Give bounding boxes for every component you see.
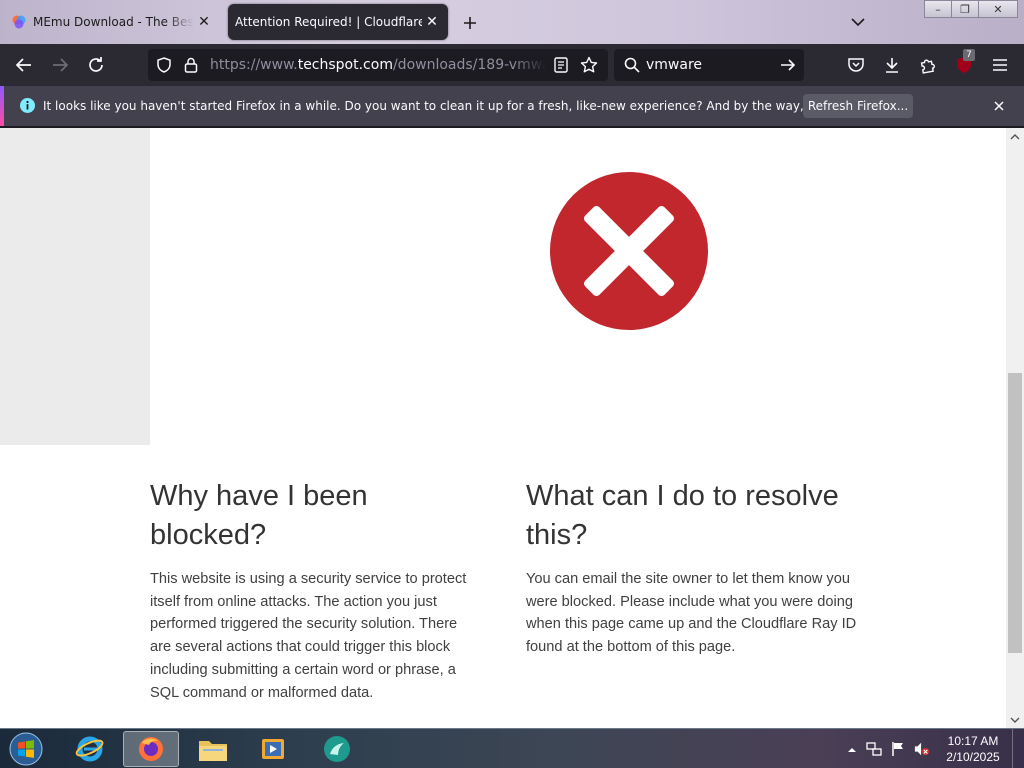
internet-explorer-icon bbox=[75, 736, 104, 762]
tray-volume-muted[interactable] bbox=[914, 741, 930, 757]
scroll-up-button[interactable] bbox=[1006, 128, 1024, 144]
minimize-icon: – bbox=[935, 2, 941, 16]
windows-start-orb-icon bbox=[9, 732, 43, 766]
memu-favicon-icon bbox=[12, 15, 26, 29]
url-scheme: https://www. bbox=[210, 57, 298, 73]
firefox-icon bbox=[139, 737, 163, 761]
scroll-thumb[interactable] bbox=[1008, 373, 1022, 653]
list-all-tabs-button[interactable] bbox=[848, 12, 868, 32]
address-bar[interactable]: https://www.techspot.com/downloads/189-v… bbox=[148, 49, 608, 81]
close-icon bbox=[994, 101, 1004, 111]
chevron-down-icon bbox=[851, 18, 865, 27]
maximize-icon: ❐ bbox=[960, 2, 970, 16]
notification-accent bbox=[0, 86, 4, 126]
search-go-arrow-icon[interactable] bbox=[780, 58, 796, 72]
app-menu-button[interactable] bbox=[988, 53, 1012, 77]
folder-icon bbox=[199, 741, 227, 761]
ublock-origin-button[interactable]: 7 bbox=[952, 49, 976, 77]
notification-close-button[interactable] bbox=[990, 97, 1008, 115]
tab-title: MEmu Download - The Best Android Emulato… bbox=[33, 15, 194, 29]
speaker-muted-icon bbox=[914, 742, 930, 756]
back-button[interactable] bbox=[12, 53, 36, 77]
lock-icon[interactable] bbox=[184, 57, 198, 73]
refresh-firefox-button[interactable]: Refresh Firefox... bbox=[803, 94, 913, 118]
tab-memu-download[interactable]: MEmu Download - The Best Android Emulato… bbox=[4, 4, 220, 40]
downloads-button[interactable] bbox=[880, 53, 904, 77]
url-host: techspot.com bbox=[297, 57, 393, 73]
plus-icon bbox=[464, 17, 476, 29]
clock-date: 2/10/2025 bbox=[946, 750, 1000, 764]
close-window-button[interactable]: ✕ bbox=[978, 0, 1018, 18]
navigation-toolbar: https://www.techspot.com/downloads/189-v… bbox=[0, 44, 1024, 86]
bookmark-star-icon[interactable] bbox=[580, 56, 598, 74]
flag-icon bbox=[892, 742, 903, 756]
left-gray-block bbox=[0, 128, 150, 445]
chevron-down-icon bbox=[1010, 717, 1020, 723]
tab-close-icon[interactable]: ✕ bbox=[194, 12, 214, 32]
tab-title: Attention Required! | Cloudflare bbox=[235, 15, 422, 29]
window-controls: – ❐ ✕ bbox=[924, 0, 1018, 18]
chevron-up-icon bbox=[1010, 133, 1020, 139]
why-blocked-text: This website is using a security service… bbox=[150, 571, 467, 701]
maximize-button[interactable]: ❐ bbox=[951, 0, 979, 18]
tab-cloudflare-attention[interactable]: Attention Required! | Cloudflare ✕ bbox=[228, 4, 448, 40]
tracking-protection-shield-icon[interactable] bbox=[156, 57, 172, 73]
taskbar-memu[interactable] bbox=[309, 731, 365, 767]
chevron-up-icon bbox=[848, 748, 856, 752]
tab-close-icon[interactable]: ✕ bbox=[422, 12, 442, 32]
new-tab-button[interactable] bbox=[459, 12, 481, 34]
url-text[interactable]: https://www.techspot.com/downloads/189-v… bbox=[210, 57, 546, 73]
windows-taskbar: 10:17 AM 2/10/2025 bbox=[0, 728, 1024, 768]
search-icon bbox=[624, 57, 640, 73]
url-path: /downloads/189-vmware-workstation.html bbox=[392, 57, 546, 73]
taskbar-internet-explorer[interactable] bbox=[62, 731, 118, 767]
puzzle-piece-icon bbox=[920, 59, 935, 74]
minimize-button[interactable]: – bbox=[924, 0, 952, 18]
search-input[interactable]: vmware bbox=[646, 57, 702, 73]
refresh-firefox-notification: It looks like you haven't started Firefo… bbox=[0, 86, 1024, 126]
clock-time: 10:17 AM bbox=[947, 734, 999, 748]
tray-network[interactable] bbox=[866, 741, 882, 757]
network-icon bbox=[866, 742, 882, 756]
taskbar-windows-explorer[interactable] bbox=[185, 731, 241, 767]
show-desktop-button[interactable] bbox=[1012, 729, 1024, 768]
what-to-do-heading: What can I do to resolve this? bbox=[526, 480, 839, 551]
extension-badge: 7 bbox=[963, 49, 975, 61]
tray-action-center[interactable] bbox=[890, 741, 906, 757]
reader-view-icon[interactable] bbox=[554, 57, 568, 73]
taskbar-media-player[interactable] bbox=[245, 731, 301, 767]
media-player-icon bbox=[262, 739, 284, 759]
pocket-button[interactable] bbox=[844, 53, 868, 77]
tab-strip: MEmu Download - The Best Android Emulato… bbox=[0, 0, 1024, 44]
extensions-button[interactable] bbox=[916, 53, 940, 77]
scroll-down-button[interactable] bbox=[1006, 712, 1024, 728]
show-hidden-icons-button[interactable] bbox=[844, 741, 860, 757]
hamburger-menu-icon bbox=[993, 59, 1007, 71]
memu-app-icon bbox=[324, 736, 350, 762]
forward-button[interactable] bbox=[48, 53, 72, 77]
close-icon: ✕ bbox=[993, 2, 1003, 16]
forward-arrow-icon bbox=[53, 58, 69, 72]
start-button[interactable] bbox=[4, 731, 48, 767]
pocket-icon bbox=[848, 58, 864, 72]
back-arrow-icon bbox=[15, 58, 31, 72]
download-arrow-icon bbox=[886, 58, 898, 73]
info-icon bbox=[20, 98, 35, 113]
what-to-do-text: You can email the site owner to let them… bbox=[526, 571, 857, 656]
notification-message: It looks like you haven't started Firefo… bbox=[43, 99, 899, 113]
reload-button[interactable] bbox=[84, 53, 108, 77]
taskbar-firefox[interactable] bbox=[123, 731, 179, 767]
error-x-icon bbox=[550, 172, 708, 330]
page-content: Why have I been blocked? This website is… bbox=[0, 128, 1006, 728]
vertical-scrollbar[interactable] bbox=[1006, 128, 1024, 728]
why-blocked-heading: Why have I been blocked? bbox=[150, 480, 368, 551]
reload-icon bbox=[89, 57, 103, 72]
taskbar-clock[interactable]: 10:17 AM 2/10/2025 bbox=[938, 733, 1008, 765]
search-bar[interactable]: vmware bbox=[614, 49, 804, 81]
